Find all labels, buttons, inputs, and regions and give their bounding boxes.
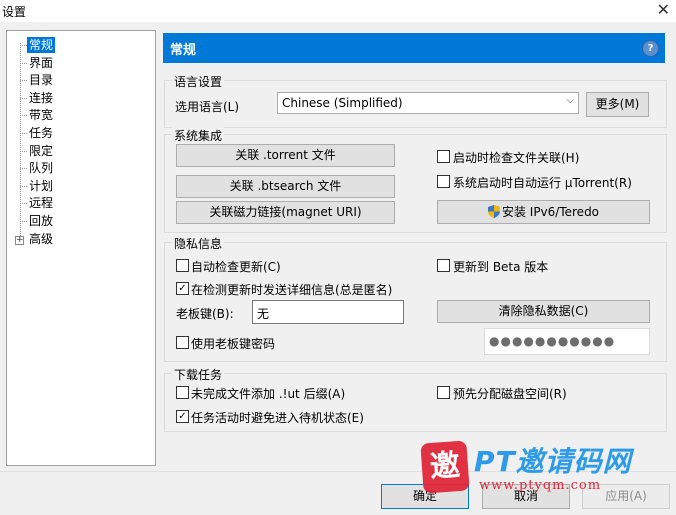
boss-key-value: 无 bbox=[257, 307, 270, 321]
auto-update-checkbox[interactable] bbox=[176, 259, 189, 272]
tree-item[interactable]: 连接 bbox=[27, 90, 55, 106]
tree-item[interactable]: 计划 bbox=[27, 178, 55, 194]
ok-button[interactable]: 确定 bbox=[381, 484, 469, 509]
language-select[interactable]: Chinese (Simplified) ⌵ bbox=[277, 92, 579, 114]
associate-magnet-button[interactable]: 关联磁力链接(magnet URI) bbox=[176, 201, 395, 224]
download-group-title: 下载任务 bbox=[172, 366, 225, 383]
boss-password-field[interactable]: ●●●●●●●●●●● bbox=[484, 328, 650, 355]
privacy-group-title: 隐私信息 bbox=[172, 235, 225, 252]
prevent-standby-checkbox[interactable]: ✓ bbox=[176, 410, 189, 423]
tree-item[interactable]: 限定 bbox=[27, 143, 55, 159]
tree-item[interactable]: 常规 bbox=[27, 37, 56, 53]
integration-group-title: 系统集成 bbox=[172, 127, 225, 144]
cancel-button[interactable]: 取消 bbox=[482, 484, 570, 509]
beta-update-checkbox[interactable] bbox=[437, 259, 450, 272]
tree-connector bbox=[20, 45, 27, 46]
tree-item[interactable]: 回放 bbox=[27, 213, 55, 229]
language-select-label: 选用语言(L) bbox=[175, 100, 240, 114]
tree-connector bbox=[20, 168, 27, 170]
tree-connector bbox=[20, 80, 27, 82]
auto-update-label: 自动检查更新(C) bbox=[191, 260, 281, 274]
settings-tree[interactable]: 常规界面 目录连接 带宽任务限定 队列计划 远程回放高级 + bbox=[6, 30, 156, 466]
window-title: 设置 bbox=[2, 5, 27, 19]
beta-update-label: 更新到 Beta 版本 bbox=[453, 260, 549, 274]
check-association-checkbox[interactable] bbox=[437, 150, 450, 163]
associate-torrent-button[interactable]: 关联 .torrent 文件 bbox=[176, 144, 395, 167]
apply-button[interactable]: 应用(A) bbox=[582, 484, 670, 509]
tree-item[interactable]: 远程 bbox=[27, 195, 55, 211]
title-bar: 设置 ✕ bbox=[0, 0, 676, 22]
tree-connector bbox=[20, 43, 21, 240]
autostart-label: 系统启动时自动运行 µTorrent(R) bbox=[453, 176, 632, 190]
send-info-checkbox[interactable]: ✓ bbox=[176, 282, 189, 295]
language-group-title: 语言设置 bbox=[172, 73, 225, 90]
append-ut-checkbox[interactable] bbox=[176, 386, 189, 399]
autostart-checkbox[interactable] bbox=[437, 175, 450, 188]
send-info-label: 在检测更新时发送详细信息(总是匿名) bbox=[191, 283, 393, 297]
check-association-label: 启动时检查文件关联(H) bbox=[453, 151, 580, 165]
boss-key-input[interactable]: 无 bbox=[252, 300, 404, 324]
boss-password-checkbox[interactable] bbox=[176, 336, 189, 349]
tree-item[interactable]: 高级 bbox=[27, 231, 55, 247]
tree-item[interactable]: 目录 bbox=[27, 72, 55, 88]
tree-connector bbox=[20, 133, 27, 134]
language-selected-value: Chinese (Simplified) bbox=[282, 96, 403, 110]
tree-connector bbox=[20, 97, 27, 99]
tree-connector bbox=[20, 203, 27, 205]
install-ipv6-label: 安装 IPv6/Teredo bbox=[501, 205, 600, 219]
associate-btsearch-button[interactable]: 关联 .btsearch 文件 bbox=[176, 175, 395, 198]
page-title: 常规 bbox=[170, 43, 197, 58]
tree-item[interactable]: 队列 bbox=[27, 160, 55, 176]
boss-password-label: 使用老板键密码 bbox=[191, 337, 276, 351]
tree-connector bbox=[20, 150, 27, 152]
boss-key-label: 老板键(B): bbox=[176, 307, 234, 321]
tree-connector bbox=[20, 115, 27, 117]
preallocate-checkbox[interactable] bbox=[437, 386, 450, 399]
preallocate-label: 预先分配磁盘空间(R) bbox=[453, 387, 567, 401]
help-icon[interactable]: ? bbox=[642, 40, 659, 57]
close-icon[interactable]: ✕ bbox=[657, 0, 670, 19]
more-languages-button[interactable]: 更多(M) bbox=[586, 92, 649, 117]
tree-connector bbox=[20, 185, 27, 187]
chevron-down-icon: ⌵ bbox=[566, 95, 574, 106]
shield-icon bbox=[487, 205, 500, 218]
tree-item[interactable]: 界面 bbox=[27, 55, 55, 71]
tree-connector bbox=[20, 221, 27, 222]
tree-item[interactable]: 任务 bbox=[27, 125, 55, 141]
tree-item[interactable]: 带宽 bbox=[27, 107, 55, 123]
expand-icon[interactable]: + bbox=[15, 236, 24, 245]
tree-connector bbox=[20, 62, 27, 64]
install-ipv6-button[interactable]: 安装 IPv6/Teredo bbox=[437, 200, 650, 224]
prevent-standby-label: 任务活动时避免进入待机状态(E) bbox=[191, 411, 364, 425]
dialog-button-bar bbox=[0, 472, 676, 515]
page-header: 常规 ? bbox=[163, 33, 665, 63]
append-ut-label: 未完成文件添加 .!ut 后缀(A) bbox=[191, 387, 346, 401]
clear-privacy-button[interactable]: 清除隐私数据(C) bbox=[437, 300, 650, 323]
